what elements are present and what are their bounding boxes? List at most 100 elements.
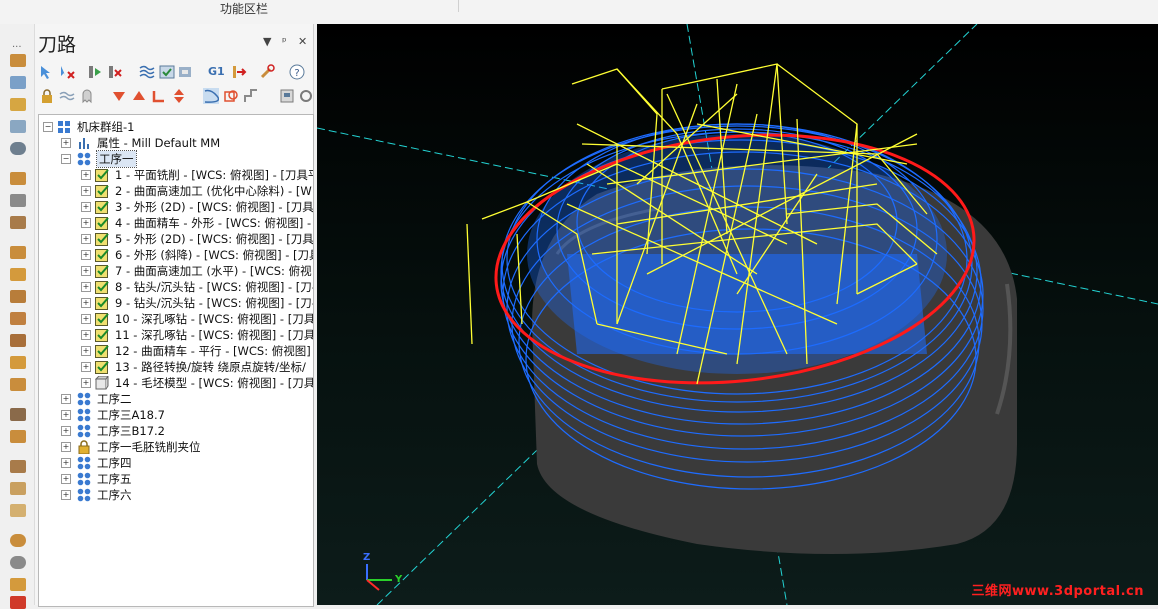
deselect-icon[interactable] <box>59 64 75 80</box>
tool-icon-20[interactable] <box>10 504 26 517</box>
tool-icon-8[interactable] <box>10 216 26 229</box>
lock-icon[interactable] <box>39 88 55 104</box>
expand-icon[interactable]: + <box>61 442 71 452</box>
operation-row[interactable]: +8 - 钻头/沉头钻 - [WCS: 俯视图] - [刀- <box>39 279 313 295</box>
toolpath-view-icon[interactable] <box>203 88 219 104</box>
expand-icon[interactable]: + <box>81 298 91 308</box>
operation-group-row[interactable]: + 工序三B17.2 <box>39 423 313 439</box>
help-icon[interactable]: ? <box>289 64 305 80</box>
expand-icon[interactable]: + <box>81 330 91 340</box>
select-all-icon[interactable] <box>39 64 55 80</box>
operation-row[interactable]: +6 - 外形 (斜降) - [WCS: 俯视图] - [刀具 <box>39 247 313 263</box>
toggle-posting-icon[interactable] <box>79 88 95 104</box>
graphics-viewport[interactable]: Z Y 三维网www.3dportal.cn <box>317 24 1158 605</box>
insert-arrow-icon[interactable] <box>151 88 167 104</box>
tool-icon-9[interactable] <box>10 246 26 259</box>
tool-icon-19[interactable] <box>10 482 26 495</box>
operation-row[interactable]: +12 - 曲面精车 - 平行 - [WCS: 俯视图] <box>39 343 313 359</box>
expand-icon[interactable]: + <box>81 186 91 196</box>
collapse-icon[interactable]: − <box>43 122 53 132</box>
tree-props-row[interactable]: + 属性 - Mill Default MM <box>39 135 313 151</box>
operations-tree[interactable]: − 机床群组-1 + 属性 - Mill Default MM − 工序一 +1… <box>38 114 314 607</box>
operation-row[interactable]: +13 - 路径转换/旋转 绕原点旋转/坐标/ <box>39 359 313 375</box>
expand-icon[interactable]: + <box>81 170 91 180</box>
tool-icon-3[interactable] <box>10 98 26 111</box>
expand-icon[interactable]: + <box>81 362 91 372</box>
tool-icon-13[interactable] <box>10 334 26 347</box>
operation-group-row[interactable]: + 工序一毛胚铣削夹位 <box>39 439 313 455</box>
operation-row[interactable]: +4 - 曲面精车 - 外形 - [WCS: 俯视图] - <box>39 215 313 231</box>
expand-icon[interactable]: + <box>61 138 71 148</box>
tool-icon-22[interactable] <box>10 556 26 569</box>
tool-icon-21[interactable] <box>10 534 26 547</box>
tool-icon-7[interactable] <box>10 194 26 207</box>
regenerate-icon[interactable] <box>87 64 103 80</box>
tree-group-row[interactable]: − 工序一 <box>39 150 313 168</box>
expand-icon[interactable]: + <box>61 426 71 436</box>
operation-row[interactable]: +2 - 曲面高速加工 (优化中心除料) - [W <box>39 183 313 199</box>
move-updown-icon[interactable] <box>171 88 187 104</box>
operation-group-row[interactable]: + 工序二 <box>39 391 313 407</box>
expand-icon[interactable]: + <box>81 234 91 244</box>
expand-icon[interactable]: + <box>81 378 91 388</box>
operation-row[interactable]: +9 - 钻头/沉头钻 - [WCS: 俯视图] - [刀- <box>39 295 313 311</box>
post-arrow-icon[interactable] <box>231 64 247 80</box>
backplot-icon[interactable] <box>139 64 155 80</box>
tool-icon-18[interactable] <box>10 460 26 473</box>
panel-close-icon[interactable]: ✕ <box>298 35 307 48</box>
expand-icon[interactable]: + <box>81 266 91 276</box>
operation-group-row[interactable]: + 工序六 <box>39 487 313 503</box>
operation-row[interactable]: +5 - 外形 (2D) - [WCS: 俯视图] - [刀具平 <box>39 231 313 247</box>
tool-icon-23[interactable] <box>10 578 26 591</box>
operation-row[interactable]: +1 - 平面铣削 - [WCS: 俯视图] - [刀具平 <box>39 167 313 183</box>
fixture-icon[interactable] <box>243 88 259 104</box>
simulate-icon[interactable] <box>177 64 193 80</box>
panel-pin-icon[interactable]: ᵖ <box>282 35 287 48</box>
verify-icon[interactable] <box>159 64 175 80</box>
toggle-display-icon[interactable] <box>59 88 75 104</box>
expand-icon[interactable]: + <box>81 202 91 212</box>
tool-icon-15[interactable] <box>10 378 26 391</box>
operation-group-row[interactable]: + 工序五 <box>39 471 313 487</box>
tool-icon-5[interactable] <box>10 142 26 155</box>
operation-row[interactable]: +11 - 深孔啄钻 - [WCS: 俯视图] - [刀具 <box>39 327 313 343</box>
tool-icon-11[interactable] <box>10 290 26 303</box>
panel-menu-icon[interactable]: ▼ <box>263 35 271 48</box>
collapse-icon[interactable]: − <box>61 154 71 164</box>
more-tools-icon[interactable] <box>299 88 315 104</box>
operation-row[interactable]: +14 - 毛坯模型 - [WCS: 俯视图] - [刀具 <box>39 374 313 391</box>
stock-model-icon[interactable] <box>223 88 239 104</box>
tool-icon-2[interactable] <box>10 76 26 89</box>
tool-icon-6[interactable] <box>10 172 26 185</box>
expand-icon[interactable]: + <box>81 314 91 324</box>
expand-icon[interactable]: + <box>61 458 71 468</box>
tool-icon-10[interactable] <box>10 268 26 281</box>
regenerate-dirty-icon[interactable] <box>107 64 123 80</box>
expand-icon[interactable]: + <box>81 218 91 228</box>
expand-icon[interactable]: + <box>61 410 71 420</box>
move-down-icon[interactable] <box>111 88 127 104</box>
operation-row[interactable]: +3 - 外形 (2D) - [WCS: 俯视图] - [刀具平 <box>39 199 313 215</box>
operation-group-row[interactable]: + 工序四 <box>39 455 313 471</box>
expand-icon[interactable]: + <box>81 346 91 356</box>
tool-icon-1[interactable] <box>10 54 26 67</box>
post-g1-button[interactable]: G1 <box>208 65 228 81</box>
expand-icon[interactable]: + <box>61 474 71 484</box>
operation-row[interactable]: +10 - 深孔啄钻 - [WCS: 俯视图] - [刀具 <box>39 311 313 327</box>
tool-icon-4[interactable] <box>10 120 26 133</box>
expand-icon[interactable]: + <box>81 250 91 260</box>
tool-icon-14[interactable] <box>10 356 26 369</box>
tool-icon-12[interactable] <box>10 312 26 325</box>
tool-icon-17[interactable] <box>10 430 26 443</box>
expand-icon[interactable]: + <box>61 490 71 500</box>
operation-group-row[interactable]: + 工序三A18.7 <box>39 407 313 423</box>
tree-root-row[interactable]: − 机床群组-1 <box>39 119 313 135</box>
tool-icon-16[interactable] <box>10 408 26 421</box>
expand-icon[interactable]: + <box>61 394 71 404</box>
tool-icon-24[interactable] <box>10 596 26 609</box>
wrench-icon[interactable] <box>259 64 275 80</box>
operation-row[interactable]: +7 - 曲面高速加工 (水平) - [WCS: 俯视 <box>39 263 313 279</box>
machine-icon[interactable] <box>279 88 295 104</box>
expand-icon[interactable]: + <box>81 282 91 292</box>
move-up-icon[interactable] <box>131 88 147 104</box>
